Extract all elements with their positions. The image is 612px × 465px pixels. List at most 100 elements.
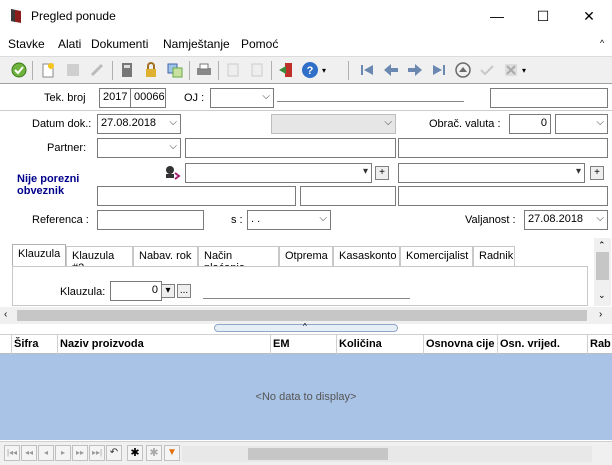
nav-first-icon[interactable]: |◂◂: [4, 445, 20, 461]
column-rabat[interactable]: Rab: [588, 335, 612, 354]
tab-nacin-placanja[interactable]: Način plaćanja: [198, 246, 279, 274]
scrollbar-thumb[interactable]: [248, 448, 388, 460]
column-kolicina[interactable]: Količina: [337, 335, 424, 354]
nav-next-page-icon[interactable]: ▸▸: [72, 445, 88, 461]
scrollbar-thumb[interactable]: [17, 310, 587, 321]
s-date-picker[interactable]: . . ⌵: [247, 210, 331, 230]
valjanost-picker[interactable]: 27.08.2018 ⌵: [524, 210, 608, 230]
grid-horizontal-scrollbar[interactable]: [182, 446, 592, 462]
exit-icon[interactable]: [277, 61, 295, 79]
partner-extra-field[interactable]: [398, 138, 608, 158]
country-field[interactable]: [398, 186, 608, 206]
menu-namjestanje[interactable]: Namještanje: [163, 37, 230, 51]
minimize-button[interactable]: —: [474, 0, 520, 32]
referenca-field[interactable]: [97, 210, 204, 230]
contact-select-1[interactable]: ▾: [185, 163, 372, 183]
klauzula-ellipsis-button[interactable]: ...: [177, 284, 191, 298]
chevron-down-icon[interactable]: ⌄: [598, 290, 606, 301]
print-icon[interactable]: [195, 61, 213, 79]
datum-picker[interactable]: 27.08.2018 ⌵: [97, 114, 181, 134]
contact-person-icon[interactable]: [163, 164, 181, 180]
column-osnovna-cijena[interactable]: Osnovna cije: [424, 335, 498, 354]
tab-otprema[interactable]: Otprema: [279, 246, 333, 267]
save-icon[interactable]: [64, 61, 82, 79]
column-naziv[interactable]: Naziv proizvoda: [58, 335, 271, 354]
header-right-field[interactable]: [490, 88, 608, 108]
valjanost-label: Valjanost :: [465, 214, 516, 226]
obrac-valuta-field[interactable]: 0: [509, 114, 551, 134]
maximize-button[interactable]: ☐: [520, 0, 566, 32]
chevron-down-icon[interactable]: ▾: [322, 66, 326, 75]
city-field[interactable]: [300, 186, 396, 206]
partner-select[interactable]: ⌵: [97, 138, 181, 158]
oj-label: OJ :: [184, 92, 205, 104]
tab-klauzula[interactable]: Klauzula: [12, 244, 66, 267]
chevron-up-icon: ^: [303, 322, 307, 331]
contact-select-2[interactable]: ▾: [398, 163, 585, 183]
klauzula-field[interactable]: 0: [110, 281, 162, 301]
lock-icon[interactable]: [142, 61, 160, 79]
paste-icon[interactable]: [248, 61, 266, 79]
chevron-down-icon[interactable]: ▾: [522, 66, 526, 75]
copy-icon[interactable]: [224, 61, 242, 79]
refresh-icon[interactable]: [10, 61, 28, 79]
grid-header: Šifra Naziv proizvoda EM Količina Osnovn…: [0, 334, 612, 354]
menu-stavke[interactable]: Stavke: [8, 37, 45, 51]
klauzula-dropdown-button[interactable]: ▾: [161, 284, 175, 298]
menu-alati[interactable]: Alati: [58, 37, 81, 51]
prev-icon[interactable]: [382, 61, 400, 79]
column-sifra[interactable]: Šifra: [12, 335, 58, 354]
confirm-icon[interactable]: [478, 61, 496, 79]
tab-nabav-rok[interactable]: Nabav. rok: [133, 246, 198, 267]
menu-dokumenti[interactable]: Dokumenti: [91, 37, 148, 51]
divider: [0, 110, 612, 111]
calculator-icon[interactable]: [118, 61, 136, 79]
tab-klauzula-2[interactable]: Klauzula #2: [66, 246, 133, 274]
up-icon[interactable]: [454, 61, 472, 79]
klauzula-label: Klauzula:: [60, 286, 106, 298]
nav-last-icon[interactable]: ▸▸|: [89, 445, 105, 461]
s-label: s :: [231, 214, 243, 226]
close-button[interactable]: ✕: [566, 0, 612, 32]
items-grid: Šifra Naziv proizvoda EM Količina Osnovn…: [0, 334, 612, 440]
last-icon[interactable]: [430, 61, 448, 79]
window-title: Pregled ponude: [31, 9, 116, 23]
delete-icon[interactable]: [89, 61, 107, 79]
tab-radnik[interactable]: Radnik: [473, 246, 515, 267]
nav-delete-icon[interactable]: ✱: [146, 445, 162, 461]
first-icon[interactable]: [358, 61, 376, 79]
nav-next-icon[interactable]: ▸: [55, 445, 71, 461]
transfer-icon[interactable]: [166, 61, 184, 79]
tek-broj-number[interactable]: 00066: [130, 88, 166, 108]
filter-icon[interactable]: ▼: [164, 445, 180, 461]
chevron-up-icon[interactable]: ⌃: [598, 240, 606, 251]
grid-body[interactable]: <No data to display>: [0, 354, 612, 440]
help-icon[interactable]: ?: [301, 61, 319, 79]
nav-insert-icon[interactable]: ✱: [127, 445, 143, 461]
nav-prev-page-icon[interactable]: ◂◂: [21, 445, 37, 461]
nav-prev-icon[interactable]: ◂: [38, 445, 54, 461]
column-osn-vrijed[interactable]: Osn. vrijed.: [498, 335, 588, 354]
add-contact-1-button[interactable]: +: [375, 166, 389, 180]
splitter-handle[interactable]: ^: [214, 322, 398, 332]
tab-komercijalist[interactable]: Komercijalist: [400, 246, 473, 267]
chevron-down-icon: ⌵: [596, 213, 604, 224]
cancel-icon[interactable]: [502, 61, 520, 79]
scrollbar-thumb[interactable]: [596, 252, 609, 280]
column-em[interactable]: EM: [271, 335, 337, 354]
tab-kasaskonto[interactable]: Kasaskonto: [333, 246, 400, 267]
nav-undo-icon[interactable]: ↶: [106, 445, 122, 461]
chevron-up-icon[interactable]: ^: [600, 38, 604, 48]
menu-pomoc[interactable]: Pomoć: [241, 37, 278, 51]
address-field[interactable]: [97, 186, 296, 206]
obrac-valuta-select[interactable]: ⌵: [555, 114, 608, 134]
add-contact-2-button[interactable]: +: [590, 166, 604, 180]
chevron-left-icon[interactable]: ‹: [4, 309, 7, 320]
next-icon[interactable]: [406, 61, 424, 79]
form-vertical-scrollbar[interactable]: ⌃ ⌄: [594, 238, 611, 306]
chevron-right-icon[interactable]: ›: [599, 309, 602, 320]
partner-name-field[interactable]: [185, 138, 396, 158]
tek-broj-year[interactable]: 2017: [99, 88, 131, 108]
oj-select[interactable]: ⌵: [210, 88, 274, 108]
new-icon[interactable]: [39, 61, 57, 79]
